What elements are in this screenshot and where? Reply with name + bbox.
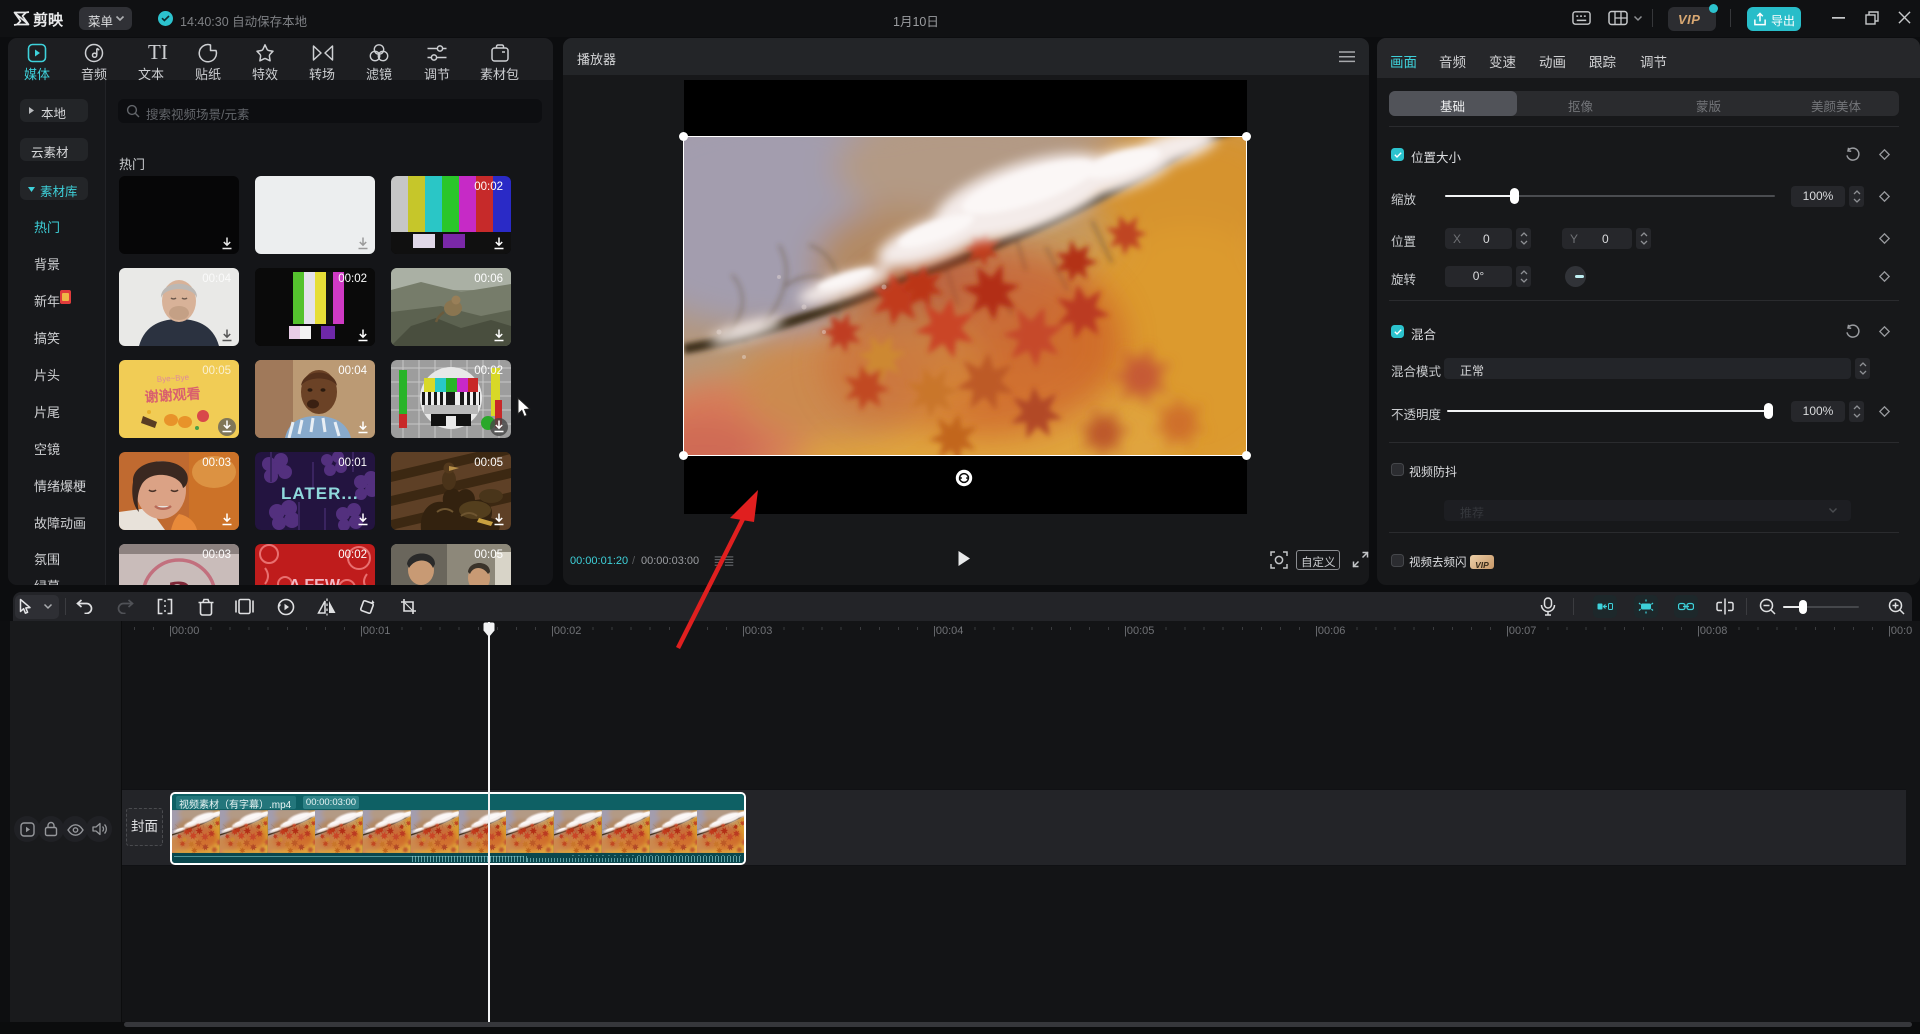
svg-text:LATER...: LATER... bbox=[281, 484, 359, 503]
svg-text:3: 3 bbox=[167, 571, 193, 585]
svg-text:A FEW: A FEW bbox=[289, 577, 341, 585]
